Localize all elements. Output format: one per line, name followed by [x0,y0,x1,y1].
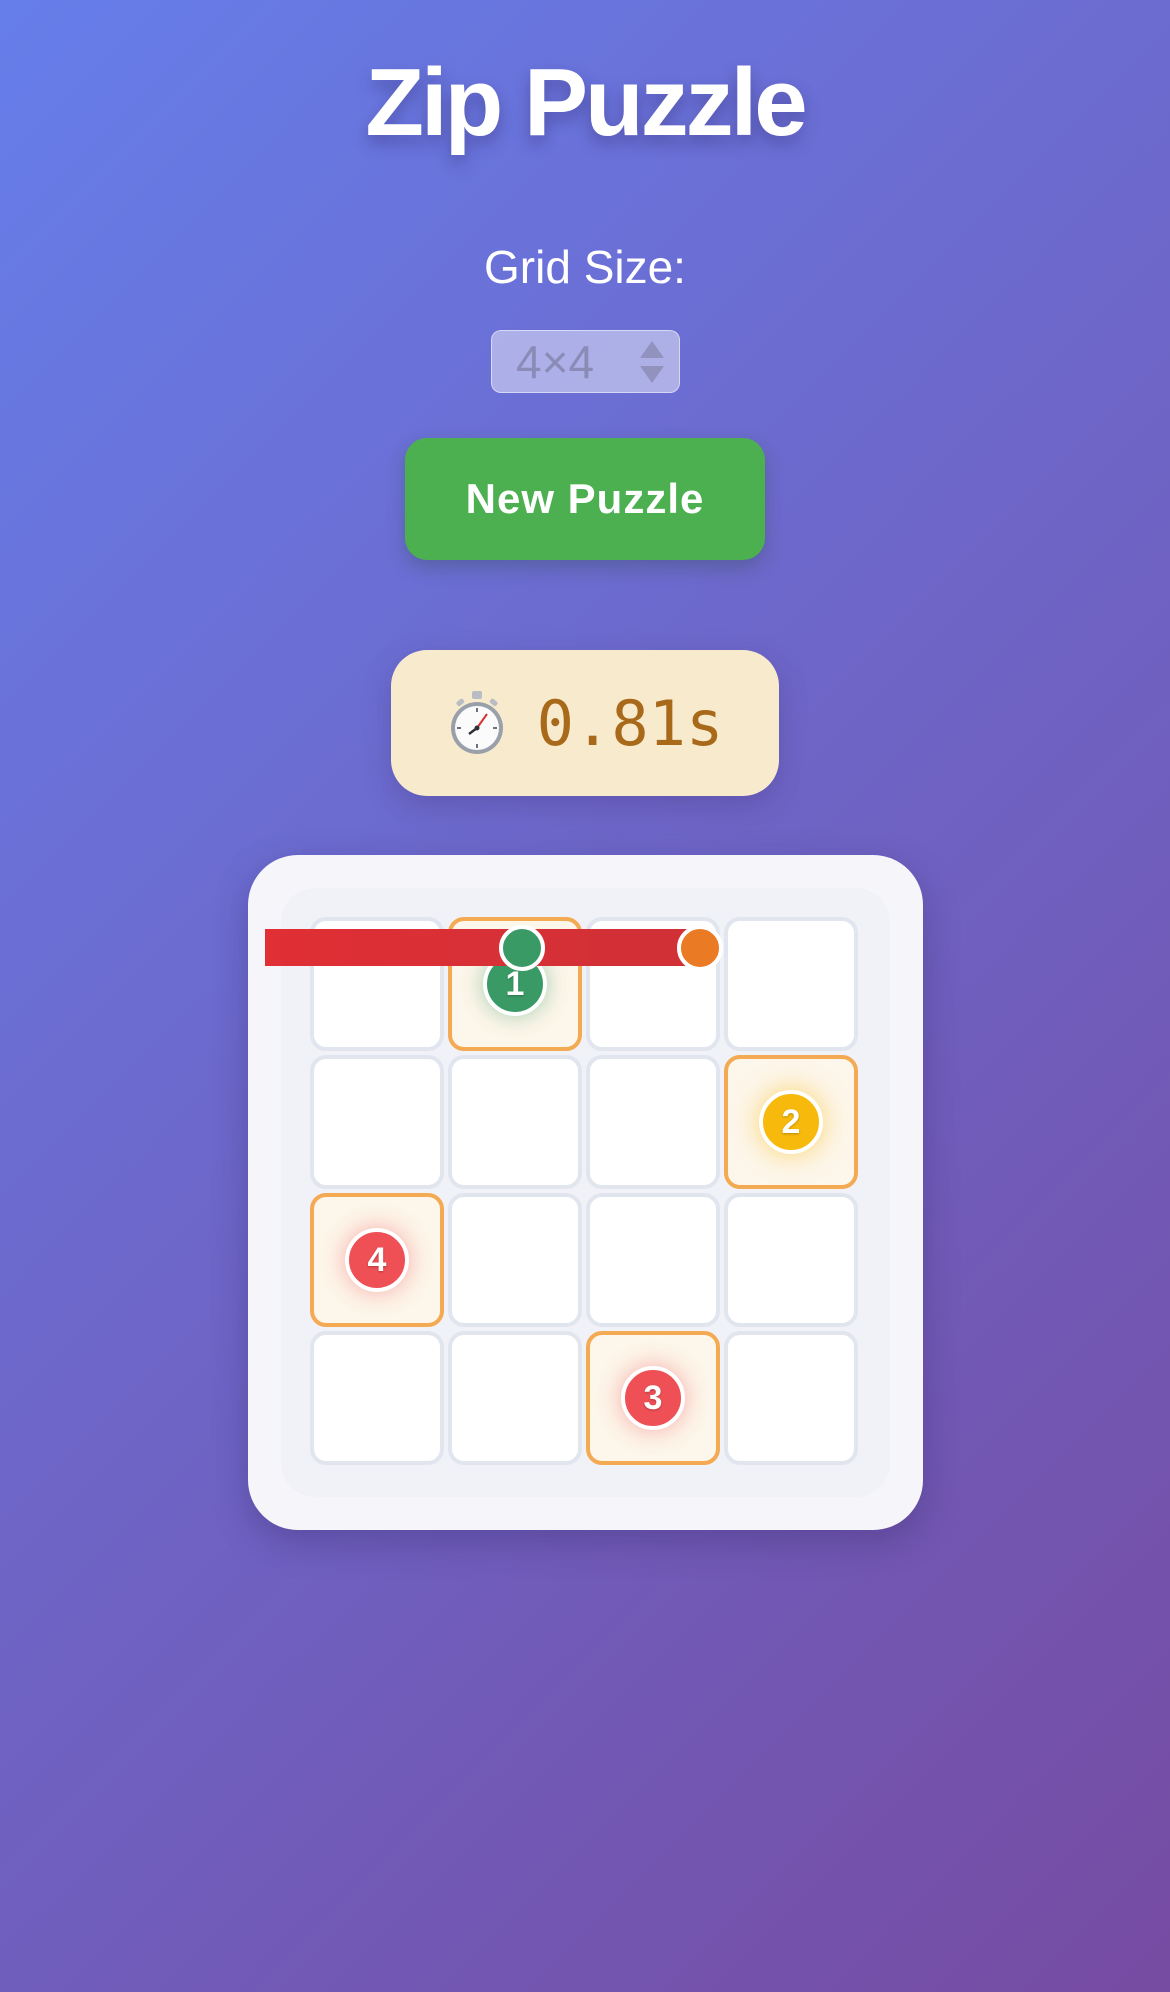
timer-display: 0.81s [391,650,779,796]
stopwatch-icon [447,690,507,756]
new-puzzle-button[interactable]: New Puzzle [405,438,765,560]
grid-cell[interactable] [310,1055,444,1189]
select-arrows-icon [639,341,665,385]
grid-cell[interactable] [586,1193,720,1327]
grid-size-label: Grid Size: [484,241,686,293]
grid-cell[interactable] [724,917,858,1051]
grid-cell[interactable]: 3 [586,1331,720,1465]
grid-cell[interactable] [448,1193,582,1327]
grid-cell[interactable] [310,1331,444,1465]
grid-cell[interactable] [724,1193,858,1327]
grid-cell[interactable] [586,1055,720,1189]
path-end-marker[interactable] [677,925,723,971]
number-marker: 4 [345,1228,409,1292]
grid-cell[interactable] [448,1331,582,1465]
grid-cell[interactable]: 4 [310,1193,444,1327]
grid-size-value: 4×4 [516,336,595,388]
path-start-marker[interactable] [499,925,545,971]
grid-cell[interactable] [724,1331,858,1465]
page-title: Zip Puzzle [365,49,807,156]
number-marker: 3 [621,1366,685,1430]
timer-value: 0.81s [536,686,724,760]
grid-cell[interactable] [448,1055,582,1189]
grid-cell[interactable]: 2 [724,1055,858,1189]
number-marker: 2 [759,1090,823,1154]
grid-size-select[interactable]: 4×4 [491,330,680,393]
drawn-path [265,929,701,966]
puzzle-grid: 1243 [281,888,890,1497]
